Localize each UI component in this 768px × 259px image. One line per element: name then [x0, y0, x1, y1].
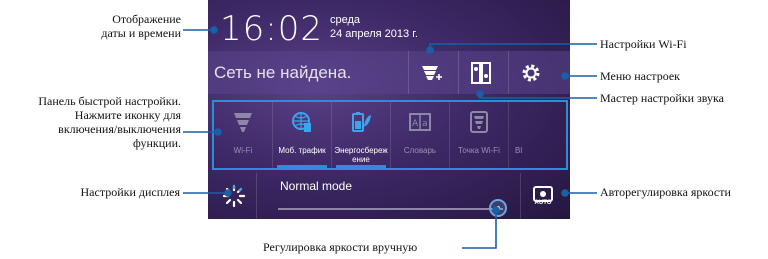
- callout-lines: [183, 26, 597, 249]
